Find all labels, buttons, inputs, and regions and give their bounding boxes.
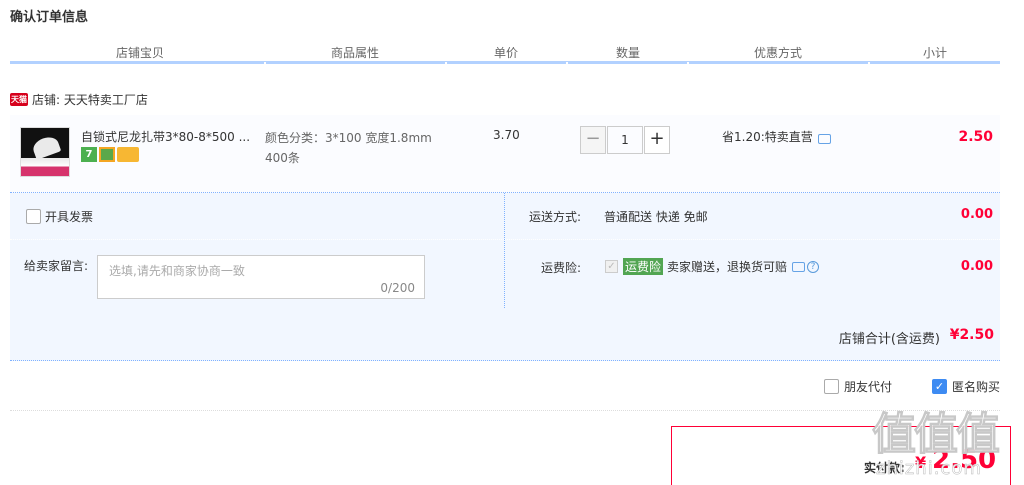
service-icons: 7 [81,147,139,162]
friend-pay-option[interactable]: 朋友代付 [824,378,892,395]
shipping-fee: 0.00 [960,207,993,222]
shop-total-label: 店铺合计(含运费) [838,332,940,347]
tmall-badge-icon: 天猫 [10,93,28,106]
quantity-decrease-button[interactable]: − [580,126,606,154]
help-question-icon[interactable]: ? [807,260,820,273]
unit-price: 3.70 [493,128,520,142]
item-subtotal: 2.50 [958,129,993,145]
message-to-seller-field[interactable]: 选填,请先和商家协商一致 0/200 [97,255,425,299]
discount-label: 省1.20:特卖直营 [722,130,813,144]
insurance-checkbox: ✓ [605,260,618,273]
product-attributes: 颜色分类：3*100 宽度1.8mm 400条 [265,128,432,168]
quantity-stepper: − 1 + [580,126,670,154]
attribute-color: 颜色分类：3*100 宽度1.8mm [265,131,432,145]
credit-card-icon[interactable] [117,147,139,162]
table-header: 店铺宝贝 商品属性 单价 数量 优惠方式 小计 [10,42,1000,64]
quantity-increase-button[interactable]: + [644,126,670,154]
quantity-input[interactable]: 1 [607,126,643,154]
discount-info: 省1.20:特卖直营 [722,128,831,145]
shipping-method-value: 普通配送 快递 免邮 [604,210,708,224]
column-header-quantity: 数量 [615,46,640,60]
anonymous-purchase-option[interactable]: ✓ 匿名购买 [932,378,1000,395]
order-options-panel: 开具发票 给卖家留言: 选填,请先和商家协商一致 0/200 运送方式: 普通配… [10,193,1000,308]
shipping-insurance-option: ✓ 运费险 卖家赠送，退换货可赔 ? [605,258,820,275]
product-name-link[interactable]: 自锁式尼龙扎带3*80-8*500 ... [81,128,250,145]
invoice-option[interactable]: 开具发票 [26,208,93,225]
shipping-insurance-label: 运费险: [541,261,582,275]
friend-pay-label: 朋友代付 [844,380,893,394]
chat-bubble-icon[interactable] [792,261,806,272]
section-divider [10,410,1000,411]
insurance-tag: 运费险 [623,258,664,275]
attribute-count: 400条 [265,151,300,165]
column-header-attributes: 商品属性 [330,46,379,60]
watermark-logo: 值值值 [872,409,1001,461]
invoice-checkbox[interactable] [26,209,41,224]
friend-pay-checkbox[interactable] [824,379,839,394]
column-header-unit-price: 单价 [493,46,518,60]
message-char-count: 0/200 [380,281,415,295]
shop-total-bar: 店铺合计(含运费) ¥2.50 [10,308,1000,361]
column-header-discount: 优惠方式 [753,46,802,60]
message-label: 给卖家留言: [24,259,89,273]
message-placeholder: 选填,请先和商家协商一致 [109,264,245,278]
header-separator [687,62,689,64]
header-separator [445,62,447,64]
insurance-description: 卖家赠送，退换货可赔 [667,260,788,274]
column-header-subtotal: 小计 [922,46,947,60]
anonymous-checkbox[interactable]: ✓ [932,379,947,394]
anonymous-label: 匿名购买 [952,380,1001,394]
product-thumbnail[interactable] [20,127,70,177]
header-separator [868,62,870,64]
shop-line: 天猫 店铺: 天天特卖工厂店 [10,91,148,108]
column-header-shop-items: 店铺宝贝 [115,46,164,60]
options-row-divider [10,239,1000,240]
invoice-label: 开具发票 [45,210,94,224]
seven-day-return-icon[interactable]: 7 [81,147,97,162]
watermark-domain: zhizhi.com [876,458,982,480]
shipping-method-label: 运送方式: [529,210,582,224]
header-separator [264,62,266,64]
page-title: 确认订单信息 [10,10,89,25]
insurance-fee: 0.00 [960,259,993,274]
order-item-row: 自锁式尼龙扎带3*80-8*500 ... 7 颜色分类：3*100 宽度1.8… [10,115,1000,193]
guarantee-icon[interactable] [99,147,115,162]
cable-tie-image [30,134,62,160]
header-separator [566,62,568,64]
chat-bubble-icon[interactable] [817,134,831,144]
shop-name[interactable]: 店铺: 天天特卖工厂店 [32,91,148,108]
shop-total-value: ¥2.50 [949,327,994,343]
